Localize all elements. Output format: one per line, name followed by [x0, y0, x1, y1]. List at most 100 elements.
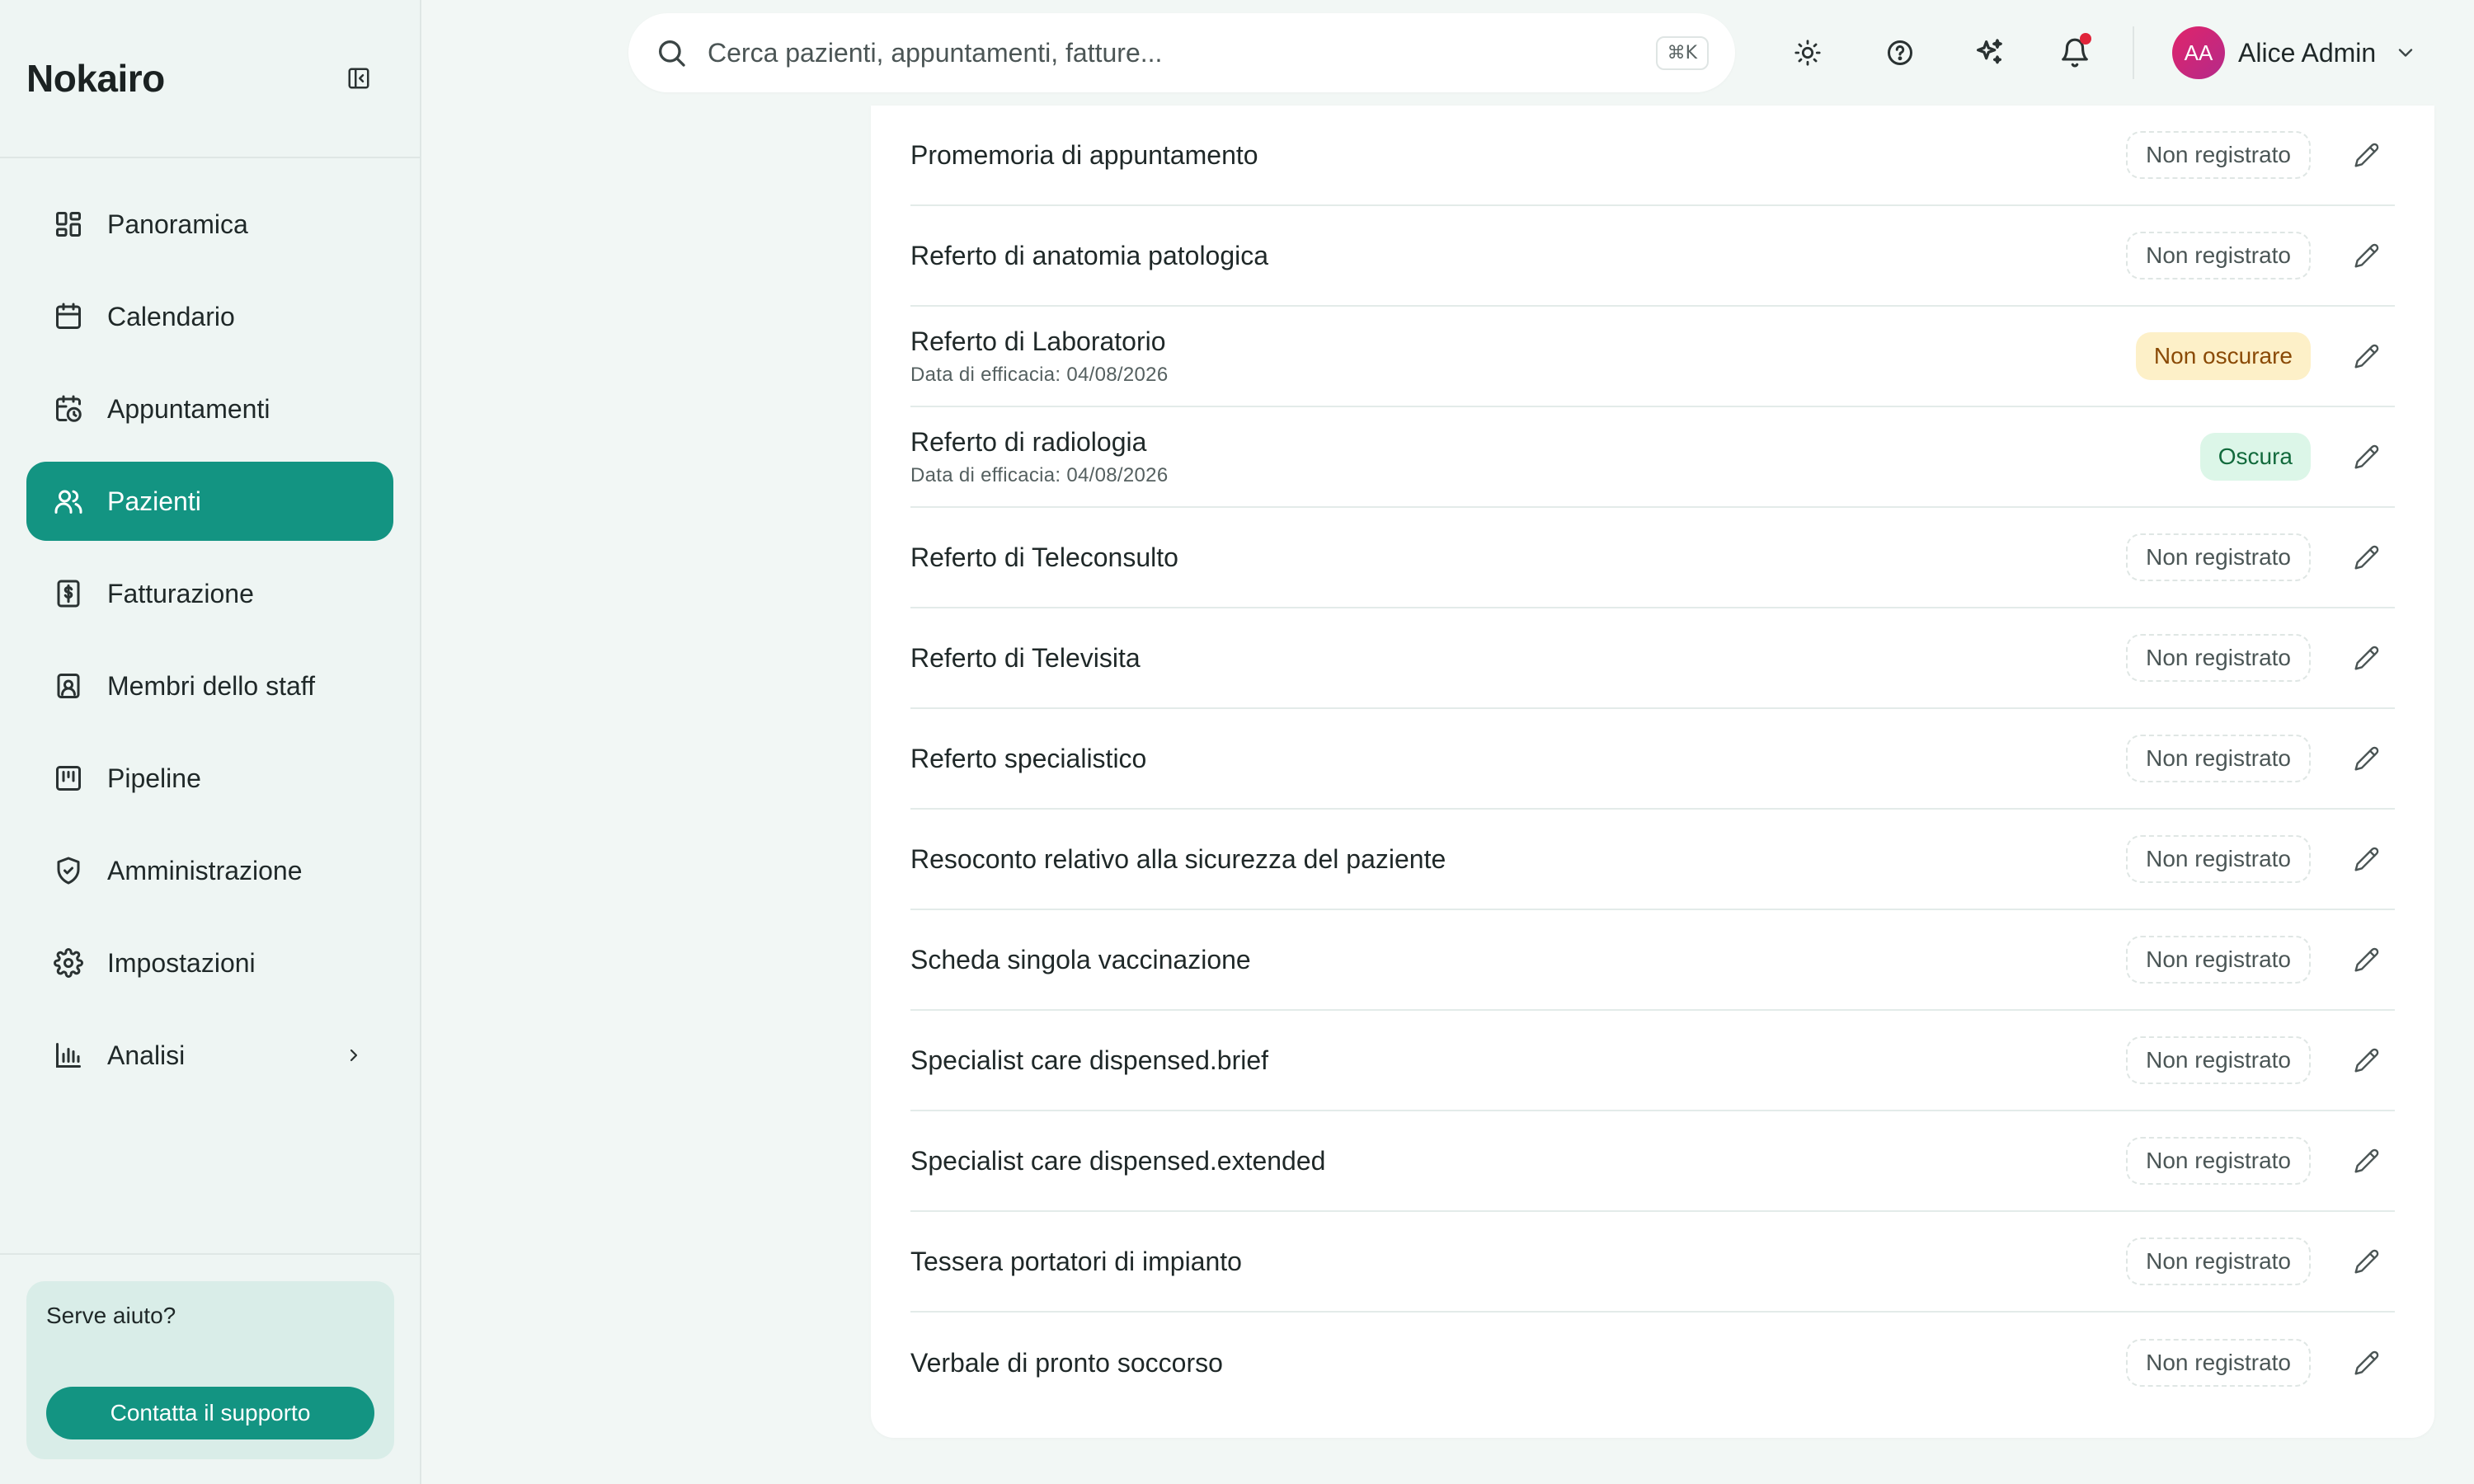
- sidebar-item-label: Impostazioni: [107, 947, 256, 978]
- status-badge: Oscura: [2199, 433, 2311, 481]
- status-badge: Non registrato: [2126, 232, 2311, 279]
- sidebar-item-analisi[interactable]: Analisi: [26, 1016, 393, 1095]
- document-info: Tessera portatori di impianto: [910, 1247, 2126, 1277]
- sidebar-item-panoramica[interactable]: Panoramica: [26, 185, 393, 264]
- sidebar-item-label: Calendario: [107, 301, 235, 331]
- contact-support-button[interactable]: Contatta il supporto: [46, 1387, 374, 1439]
- document-title: Referto di anatomia patologica: [910, 240, 1269, 270]
- user-menu[interactable]: AA Alice Admin: [2172, 26, 2417, 79]
- list-item: Tessera portatori di impianto Non registr…: [910, 1212, 2395, 1313]
- document-title: Tessera portatori di impianto: [910, 1246, 1242, 1276]
- status-badge: Non registrato: [2126, 1137, 2311, 1185]
- document-info: Referto di Teleconsulto: [910, 542, 2126, 573]
- document-consents-card: Promemoria di appuntamento Non registrato…: [871, 106, 2434, 1438]
- user-name: Alice Admin: [2238, 37, 2377, 68]
- document-list: Promemoria di appuntamento Non registrato…: [910, 106, 2395, 1413]
- document-info: Referto di Televisita: [910, 643, 2126, 674]
- status-badge: Non registrato: [2126, 835, 2311, 883]
- list-item: Referto specialistico Non registrato: [910, 709, 2395, 810]
- sidebar-footer: Serve aiuto? Contatta il supporto: [0, 1253, 420, 1484]
- sidebar-item-pipeline[interactable]: Pipeline: [26, 739, 393, 818]
- sidebar-item-calendario[interactable]: Calendario: [26, 277, 393, 356]
- document-title: Specialist care dispensed.extended: [910, 1145, 1326, 1176]
- edit-pencil-icon[interactable]: [2350, 1044, 2383, 1077]
- list-item: Referto di radiologia Data di efficacia: …: [910, 407, 2395, 508]
- sidebar-item-impostazioni[interactable]: Impostazioni: [26, 923, 393, 1003]
- sidebar-item-label: Analisi: [107, 1040, 186, 1070]
- calendar-icon: [53, 301, 84, 332]
- brand-logo: Nokairo: [26, 57, 165, 100]
- users-icon: [53, 486, 84, 517]
- shield-check-icon: [53, 855, 84, 886]
- edit-pencil-icon[interactable]: [2350, 742, 2383, 775]
- edit-pencil-icon[interactable]: [2350, 139, 2383, 171]
- list-item: Scheda singola vaccinazione Non registrat…: [910, 910, 2395, 1011]
- sidebar-item-membri-dello-staff[interactable]: Membri dello staff: [26, 646, 393, 726]
- invoice-icon: [53, 578, 84, 609]
- dashboard-icon: [53, 209, 84, 240]
- status-badge: Non oscurare: [2135, 332, 2311, 380]
- sidebar: Nokairo Panoramica Calendario Appuntamenti…: [0, 0, 421, 1484]
- ai-sparkles-icon[interactable]: [1969, 33, 2009, 73]
- sidebar-collapse-icon[interactable]: [344, 63, 374, 93]
- document-title: Resoconto relativo alla sicurezza del pa…: [910, 843, 1446, 874]
- search-icon: [655, 36, 688, 69]
- edit-pencil-icon[interactable]: [2350, 541, 2383, 574]
- document-info: Referto di anatomia patologica: [910, 241, 2126, 271]
- edit-pencil-icon[interactable]: [2350, 239, 2383, 272]
- help-circle-icon[interactable]: [1880, 33, 1920, 73]
- list-item: Resoconto relativo alla sicurezza del pa…: [910, 810, 2395, 910]
- document-title: Referto di radiologia: [910, 426, 1147, 457]
- sidebar-item-label: Fatturazione: [107, 578, 254, 608]
- list-item: Referto di Laboratorio Data di efficacia:…: [910, 307, 2395, 407]
- effective-date: Data di efficacia: 04/08/2026: [910, 363, 1169, 386]
- edit-pencil-icon[interactable]: [2350, 943, 2383, 976]
- document-info: Referto di Laboratorio Data di efficacia:…: [910, 326, 2136, 387]
- sidebar-item-appuntamenti[interactable]: Appuntamenti: [26, 369, 393, 448]
- sidebar-item-fatturazione[interactable]: Fatturazione: [26, 554, 393, 633]
- calendar-clock-icon: [53, 393, 84, 425]
- edit-pencil-icon[interactable]: [2350, 1346, 2383, 1379]
- document-title: Promemoria di appuntamento: [910, 139, 1258, 170]
- chevron-right-icon: [344, 1045, 364, 1065]
- bar-chart-icon: [53, 1040, 84, 1071]
- staff-badge-icon: [53, 670, 84, 702]
- sidebar-nav: Panoramica Calendario Appuntamenti Pazienti…: [0, 158, 420, 1095]
- effective-date: Data di efficacia: 04/08/2026: [910, 463, 1169, 486]
- status-badge: Non registrato: [2126, 634, 2311, 682]
- sidebar-item-label: Pipeline: [107, 763, 201, 793]
- document-info: Referto di radiologia Data di efficacia: …: [910, 427, 2200, 487]
- header-divider: [2133, 26, 2134, 79]
- brand-row: Nokairo: [0, 0, 420, 158]
- status-badge: Non registrato: [2126, 1237, 2311, 1285]
- status-badge: Non registrato: [2126, 131, 2311, 179]
- avatar: AA: [2172, 26, 2225, 79]
- notification-dot: [2080, 33, 2091, 45]
- list-item: Verbale di pronto soccorso Non registrato: [910, 1313, 2395, 1413]
- list-item: Referto di anatomia patologica Non regist…: [910, 206, 2395, 307]
- edit-pencil-icon[interactable]: [2350, 1245, 2383, 1278]
- search-shortcut-badge: ⌘K: [1655, 35, 1709, 70]
- sidebar-item-pazienti[interactable]: Pazienti: [26, 462, 393, 541]
- list-item: Promemoria di appuntamento Non registrato: [910, 106, 2395, 206]
- chevron-down-icon: [2394, 41, 2417, 64]
- edit-pencil-icon[interactable]: [2350, 641, 2383, 674]
- notifications-bell-icon[interactable]: [2055, 33, 2095, 73]
- gear-icon: [53, 947, 84, 979]
- document-title: Referto di Teleconsulto: [910, 542, 1178, 572]
- search-bar[interactable]: ⌘K: [628, 13, 1735, 92]
- edit-pencil-icon[interactable]: [2350, 440, 2383, 473]
- help-title: Serve aiuto?: [46, 1303, 176, 1328]
- edit-pencil-icon[interactable]: [2350, 843, 2383, 876]
- sidebar-item-amministrazione[interactable]: Amministrazione: [26, 831, 393, 910]
- document-title: Specialist care dispensed.brief: [910, 1045, 1269, 1075]
- edit-pencil-icon[interactable]: [2350, 1144, 2383, 1177]
- theme-toggle-sun-icon[interactable]: [1788, 33, 1827, 73]
- search-input[interactable]: [708, 37, 1656, 68]
- list-item: Referto di Televisita Non registrato: [910, 608, 2395, 709]
- sidebar-item-label: Panoramica: [107, 209, 248, 239]
- status-badge: Non registrato: [2126, 1036, 2311, 1084]
- document-info: Specialist care dispensed.extended: [910, 1146, 2126, 1176]
- edit-pencil-icon[interactable]: [2350, 340, 2383, 373]
- document-title: Referto di Televisita: [910, 642, 1141, 673]
